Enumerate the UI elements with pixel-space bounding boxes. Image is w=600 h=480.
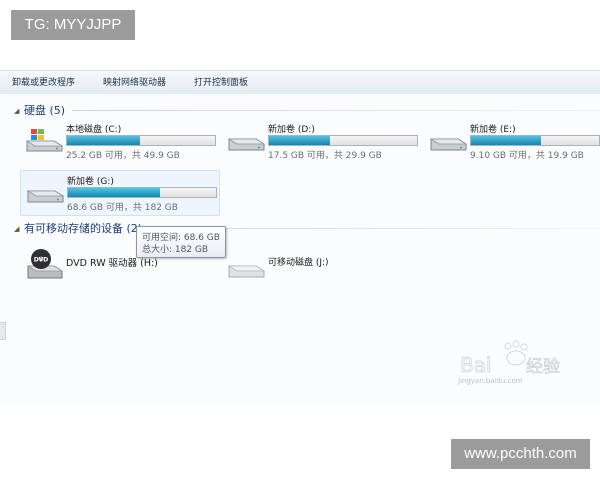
- drive-item-d[interactable]: 新加卷 (D:) 17.5 GB 可用，共 29.9 GB: [222, 119, 422, 163]
- drive-free-space: 9.10 GB 可用，共 19.9 GB: [470, 151, 584, 161]
- hard-drive-icon: [26, 190, 65, 203]
- dvd-drive-icon: DVD: [26, 249, 64, 279]
- drive-name: 本地磁盘 (C:): [66, 125, 122, 135]
- uninstall-program-button[interactable]: 卸载或更改程序: [12, 75, 75, 88]
- hard-drive-icon: [429, 138, 468, 151]
- drive-item-e[interactable]: 新加卷 (E:) 9.10 GB 可用，共 19.9 GB: [424, 119, 600, 163]
- bottom-right-badge: www.pcchth.com: [451, 439, 590, 469]
- drive-name: 新加卷 (G:): [67, 177, 114, 187]
- drive-item-j[interactable]: 可移动磁盘 (J:): [222, 244, 412, 288]
- pane-resize-handle[interactable]: [0, 322, 6, 340]
- removable-disk-icon: [227, 265, 266, 278]
- drive-name: 新加卷 (D:): [268, 125, 315, 135]
- drive-name: 可移动磁盘 (J:): [268, 258, 329, 268]
- windows-drive-icon: [25, 129, 64, 152]
- usage-bar: [66, 135, 216, 146]
- drive-free-space: 25.2 GB 可用，共 49.9 GB: [66, 151, 180, 161]
- section-divider: [72, 110, 600, 111]
- drive-free-space: 17.5 GB 可用，共 29.9 GB: [268, 151, 382, 161]
- svg-text:DVD: DVD: [34, 257, 49, 264]
- watermark-text: jingyan.baidu.com: [458, 377, 523, 385]
- section-title-removable: 有可移动存储的设备 (2): [24, 222, 143, 235]
- explorer-window: 卸载或更改程序 映射网络驱动器 打开控制面板 ◢ 硬盘 (5) 本地磁盘 (C:)…: [0, 0, 600, 405]
- usage-bar-fill: [269, 136, 330, 145]
- svg-text:经验: 经验: [526, 357, 560, 377]
- usage-bar: [67, 187, 217, 198]
- drive-free-space: 68.6 GB 可用，共 182 GB: [67, 203, 178, 213]
- usage-bar-fill: [67, 136, 140, 145]
- section-divider: [160, 228, 600, 229]
- section-header-removable[interactable]: ◢ 有可移动存储的设备 (2): [14, 220, 142, 236]
- drive-item-g[interactable]: 新加卷 (G:) 68.6 GB 可用，共 182 GB: [20, 170, 220, 216]
- top-left-badge: TG: MYYJJPP: [11, 10, 135, 40]
- drive-item-c[interactable]: 本地磁盘 (C:) 25.2 GB 可用，共 49.9 GB: [20, 119, 220, 163]
- open-control-panel-button[interactable]: 打开控制面板: [194, 75, 248, 88]
- collapse-triangle-icon[interactable]: ◢: [14, 107, 24, 115]
- drive-name: 新加卷 (E:): [470, 125, 516, 135]
- section-title-hard-disks: 硬盘 (5): [24, 104, 66, 117]
- usage-bar: [470, 135, 600, 146]
- svg-text:Bai: Bai: [460, 353, 492, 377]
- map-network-drive-button[interactable]: 映射网络驱动器: [103, 75, 166, 88]
- section-header-hard-disks[interactable]: ◢ 硬盘 (5): [14, 102, 65, 118]
- command-toolbar: 卸载或更改程序 映射网络驱动器 打开控制面板: [0, 70, 600, 95]
- drive-tooltip: 可用空间: 68.6 GB 总大小: 182 GB: [136, 226, 226, 258]
- collapse-triangle-icon[interactable]: ◢: [14, 225, 24, 233]
- usage-bar-fill: [471, 136, 541, 145]
- usage-bar: [268, 135, 418, 146]
- usage-bar-fill: [68, 188, 160, 197]
- hard-drive-icon: [227, 138, 266, 151]
- tooltip-total-size: 总大小: 182 GB: [142, 245, 209, 255]
